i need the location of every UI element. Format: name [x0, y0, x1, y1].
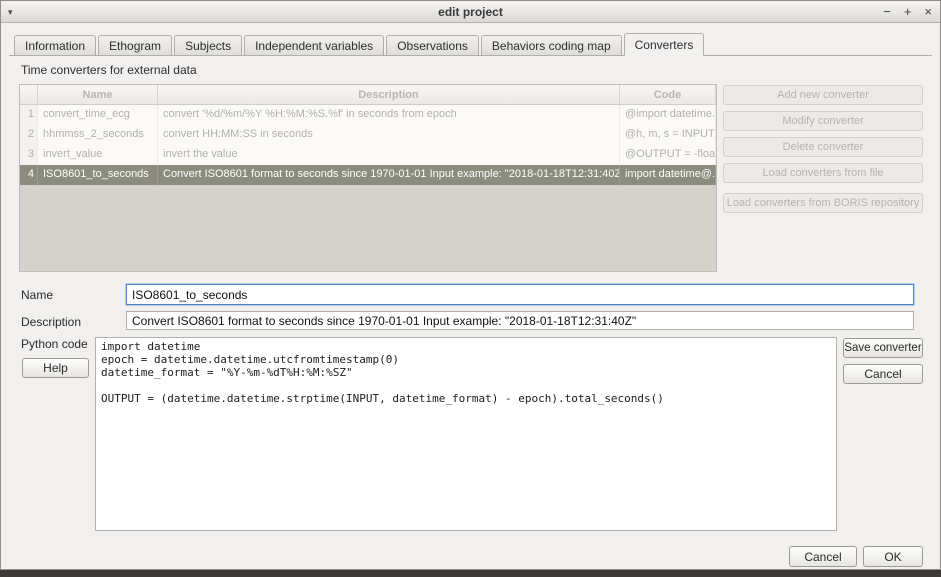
table-row[interactable]: 2 hhmmss_2_seconds convert HH:MM:SS in s… [20, 125, 716, 145]
header-name: Name [38, 85, 158, 104]
python-code-editor[interactable]: import datetime epoch = datetime.datetim… [95, 337, 837, 531]
converter-description-cell[interactable]: convert '%d/%m/%Y %H:%M:%S.%f' in second… [158, 105, 620, 125]
converter-description-cell[interactable]: invert the value [158, 145, 620, 165]
modify-converter-button[interactable]: Modify converter [723, 111, 923, 131]
converter-code-cell[interactable]: @OUTPUT = -float(... [620, 145, 716, 165]
row-number: 1 [20, 105, 38, 125]
tab-bar: Information Ethogram Subjects Independen… [9, 33, 932, 56]
edit-project-window: ▾ edit project − + × Information Ethogra… [0, 0, 941, 570]
header-description: Description [158, 85, 620, 104]
save-converter-button[interactable]: Save converter [843, 338, 923, 358]
tab-ethogram[interactable]: Ethogram [98, 35, 172, 55]
delete-converter-button[interactable]: Delete converter [723, 137, 923, 157]
maximize-icon[interactable]: + [904, 1, 912, 23]
help-button[interactable]: Help [22, 358, 89, 378]
converter-name-cell[interactable]: hhmmss_2_seconds [38, 125, 158, 145]
load-converters-from-file-button[interactable]: Load converters from file [723, 163, 923, 183]
row-number: 4 [20, 165, 38, 185]
screen: ▾ edit project − + × Information Ethogra… [0, 0, 941, 577]
converters-table[interactable]: Name Description Code 1 convert_time_ecg… [19, 84, 717, 272]
window-controls: − + × [883, 1, 932, 23]
header-gutter [20, 85, 38, 104]
load-converters-from-repository-button[interactable]: Load converters from BORIS repository [723, 193, 923, 213]
cancel-converter-button[interactable]: Cancel [843, 364, 923, 384]
titlebar[interactable]: ▾ edit project − + × [1, 1, 940, 23]
tab-behaviors-coding-map[interactable]: Behaviors coding map [481, 35, 622, 55]
row-number: 2 [20, 125, 38, 145]
converter-code-cell[interactable]: @import datetime... [620, 105, 716, 125]
table-row-selected[interactable]: 4 ISO8601_to_seconds Convert ISO8601 for… [20, 165, 716, 185]
row-number: 3 [20, 145, 38, 165]
converter-description-cell[interactable]: Convert ISO8601 format to seconds since … [158, 165, 620, 185]
converter-name-cell[interactable]: ISO8601_to_seconds [38, 165, 158, 185]
table-row[interactable]: 1 convert_time_ecg convert '%d/%m/%Y %H:… [20, 105, 716, 125]
converter-code-cell[interactable]: import datetime@... [620, 165, 716, 185]
converter-name-cell[interactable]: invert_value [38, 145, 158, 165]
header-code: Code [620, 85, 716, 104]
converter-name-cell[interactable]: convert_time_ecg [38, 105, 158, 125]
description-label: Description [21, 315, 81, 329]
table-header: Name Description Code [20, 85, 716, 105]
python-code-label: Python code [21, 337, 88, 351]
close-icon[interactable]: × [924, 1, 932, 23]
converter-description-cell[interactable]: convert HH:MM:SS in seconds [158, 125, 620, 145]
cancel-button[interactable]: Cancel [789, 546, 857, 567]
name-input[interactable] [126, 284, 914, 305]
description-input[interactable] [126, 311, 914, 330]
window-title: edit project [1, 1, 940, 23]
minimize-icon[interactable]: − [883, 1, 891, 23]
name-label: Name [21, 288, 53, 302]
tab-information[interactable]: Information [14, 35, 96, 55]
bottom-panel-strip [0, 570, 941, 577]
tab-converters[interactable]: Converters [624, 33, 705, 56]
section-label: Time converters for external data [21, 63, 197, 77]
table-row[interactable]: 3 invert_value invert the value @OUTPUT … [20, 145, 716, 165]
tab-independent-variables[interactable]: Independent variables [244, 35, 384, 55]
python-code-text[interactable]: import datetime epoch = datetime.datetim… [96, 338, 836, 407]
converter-code-cell[interactable]: @h, m, s = INPUT.s... [620, 125, 716, 145]
ok-button[interactable]: OK [863, 546, 923, 567]
tab-observations[interactable]: Observations [386, 35, 479, 55]
tab-subjects[interactable]: Subjects [174, 35, 242, 55]
add-new-converter-button[interactable]: Add new converter [723, 85, 923, 105]
